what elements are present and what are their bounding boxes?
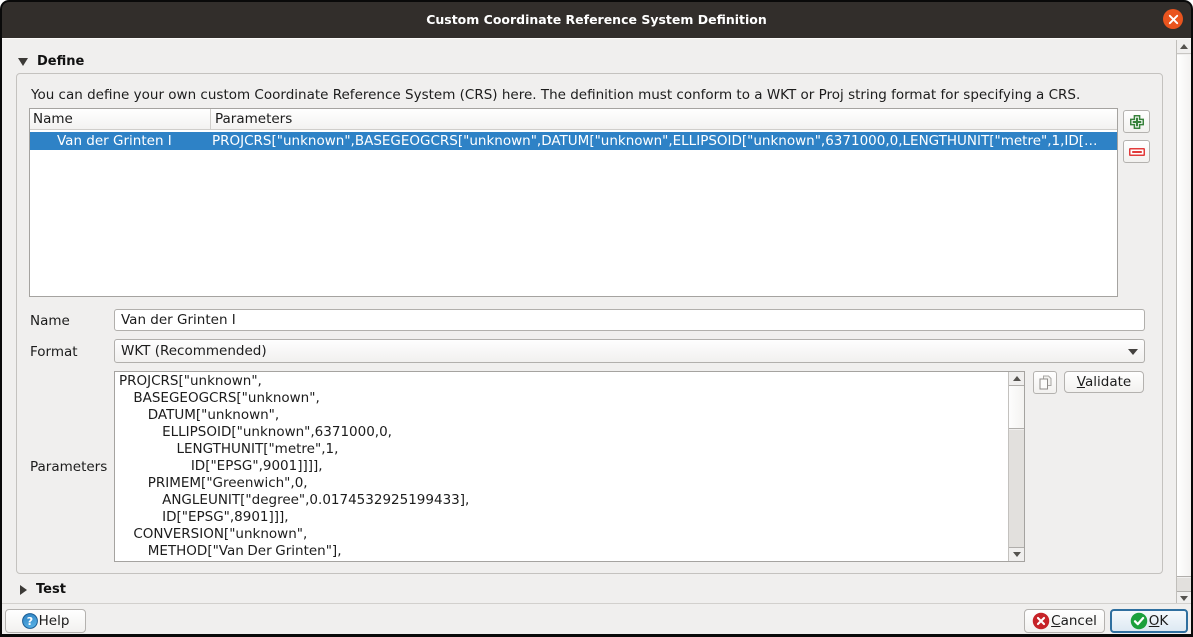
define-group-title: Define	[37, 54, 84, 69]
arrow-up-icon	[1180, 44, 1188, 49]
parameters-line: ID["EPSG",9001]]]],	[119, 458, 1006, 475]
parameters-scroll-down-button[interactable]	[1009, 548, 1024, 561]
cancel-button-label: Cancel	[1051, 613, 1097, 629]
title-bar[interactable]: Custom Coordinate Reference System Defin…	[2, 2, 1191, 38]
parameters-line: METHOD["Van Der Grinten"],	[119, 543, 1006, 560]
add-crs-button[interactable]	[1123, 110, 1150, 133]
parameters-scroll-groove[interactable]	[1009, 430, 1024, 548]
parameters-line: ANGLEUNIT["degree",0.0174532925199433],	[119, 492, 1006, 509]
svg-text:?: ?	[26, 615, 32, 628]
help-button[interactable]: ? Help	[5, 609, 86, 633]
parameters-line: BASEGEOGCRS["unknown",	[119, 390, 1006, 407]
arrow-up-icon	[1013, 376, 1021, 381]
dialog-scroll-up-button[interactable]	[1177, 40, 1191, 54]
format-combobox-value: WKT (Recommended)	[121, 343, 267, 359]
minus-icon	[1129, 148, 1145, 156]
arrow-down-icon	[1180, 596, 1188, 601]
parameters-line: CONVERSION["unknown",	[119, 526, 1006, 543]
name-input[interactable]: Van der Grinten I	[114, 309, 1145, 331]
cancel-icon	[1032, 612, 1050, 630]
column-header-parameters[interactable]: Parameters	[211, 109, 1117, 130]
crs-description-text: You can define your own custom Coordinat…	[31, 87, 1151, 103]
ok-button-label: OK	[1149, 613, 1169, 629]
plus-icon	[1130, 115, 1144, 129]
window-title: Custom Coordinate Reference System Defin…	[2, 2, 1191, 38]
parameters-text: PROJCRS["unknown", BASEGEOGCRS["unknown"…	[119, 373, 1006, 561]
format-label: Format	[30, 344, 78, 360]
dialog-scroll-groove[interactable]	[1177, 578, 1191, 592]
parameters-line: LENGTHUNIT["metre",1,	[119, 441, 1006, 458]
close-icon	[1168, 14, 1179, 25]
test-group-header[interactable]: Test	[20, 582, 66, 597]
parameters-label: Parameters	[30, 459, 107, 475]
crs-row-parameters[interactable]: PROJCRS["unknown",BASEGEOGCRS["unknown",…	[211, 132, 1117, 150]
crs-list[interactable]: Name Parameters Van der Grinten IPROJCRS…	[29, 108, 1118, 297]
dialog-window: Custom Coordinate Reference System Defin…	[0, 0, 1193, 637]
cancel-button[interactable]: Cancel	[1024, 609, 1105, 633]
crs-list-header[interactable]: Name Parameters	[30, 109, 1117, 130]
parameters-line: ID["EPSG",8901]]],	[119, 509, 1006, 526]
parameters-line: PROJCRS["unknown",	[119, 373, 1006, 390]
test-group-title: Test	[36, 582, 66, 597]
combobox-arrow-icon	[1128, 349, 1138, 355]
parameters-scroll-up-button[interactable]	[1009, 372, 1024, 385]
dialog-scroll-thumb[interactable]	[1177, 55, 1191, 577]
parameters-line: ELLIPSOID["unknown",6371000,0,	[119, 424, 1006, 441]
crs-rows: Van der Grinten IPROJCRS["unknown",BASEG…	[30, 132, 1117, 296]
parameters-line: DATUM["unknown",	[119, 407, 1006, 424]
validate-button[interactable]: Validate	[1064, 371, 1144, 393]
dialog-content: Define You can define your own custom Co…	[2, 38, 1191, 634]
validate-button-label: V	[1077, 374, 1085, 390]
crs-table-row[interactable]: Van der Grinten IPROJCRS["unknown",BASEG…	[30, 132, 1117, 150]
crs-row-name[interactable]: Van der Grinten I	[30, 132, 211, 150]
name-input-value: Van der Grinten I	[121, 312, 236, 328]
expand-arrow-icon	[20, 585, 27, 595]
footer-separator	[2, 603, 1191, 604]
copy-icon	[1039, 375, 1052, 390]
collapse-arrow-icon	[18, 58, 28, 66]
help-button-label: Help	[39, 613, 70, 629]
help-icon: ?	[22, 613, 38, 629]
parameters-scrollbar[interactable]	[1008, 372, 1024, 561]
remove-crs-button[interactable]	[1123, 140, 1150, 163]
define-group-header[interactable]: Define	[18, 54, 84, 69]
column-header-name[interactable]: Name	[30, 109, 210, 130]
ok-icon	[1130, 612, 1148, 630]
format-combobox[interactable]: WKT (Recommended)	[114, 339, 1145, 363]
dialog-scrollbar[interactable]	[1176, 40, 1191, 603]
parameters-scroll-thumb[interactable]	[1009, 385, 1024, 429]
copy-parameters-button[interactable]	[1033, 371, 1057, 394]
name-label: Name	[30, 313, 70, 329]
arrow-down-icon	[1013, 552, 1021, 557]
parameters-textarea[interactable]: PROJCRS["unknown", BASEGEOGCRS["unknown"…	[114, 371, 1025, 562]
close-button[interactable]	[1163, 9, 1183, 29]
parameters-line: PRIMEM["Greenwich",0,	[119, 475, 1006, 492]
ok-button[interactable]: OK	[1110, 609, 1188, 633]
